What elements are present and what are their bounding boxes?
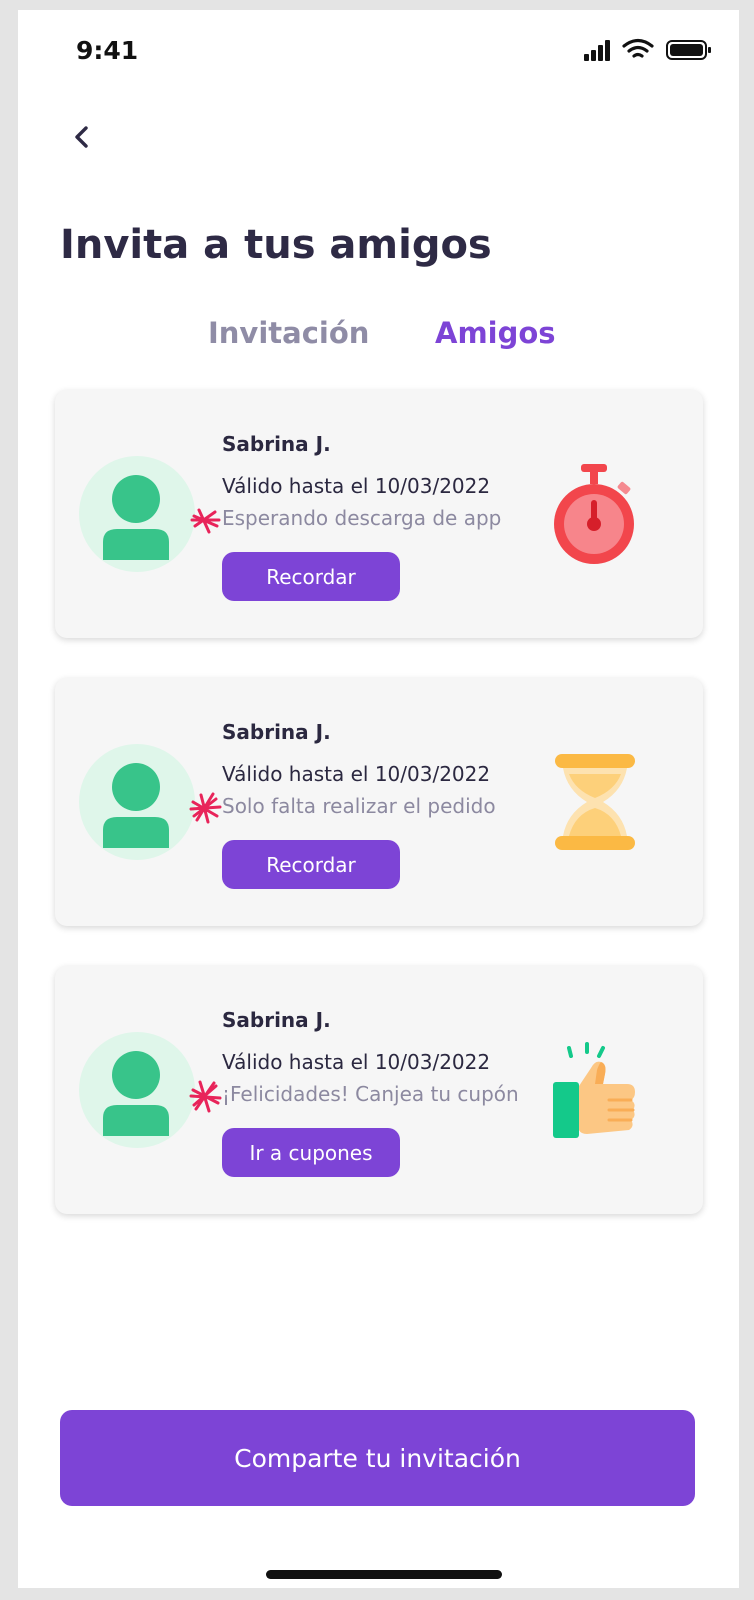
valid-until: Válido hasta el 10/03/2022 [222, 474, 491, 498]
status-time: 9:41 [76, 36, 139, 65]
friend-card: Sabrina J. Válido hasta el 10/03/2022 Es… [55, 390, 703, 638]
scribble-mark [190, 508, 221, 534]
share-invitation-button[interactable]: Comparte tu invitación [60, 1410, 695, 1506]
tab-amigos[interactable]: Amigos [435, 316, 556, 350]
avatar [79, 744, 195, 860]
friend-card: Sabrina J. Válido hasta el 10/03/2022 ¡F… [55, 966, 703, 1214]
user-icon [103, 1051, 169, 1136]
wifi-icon [622, 38, 654, 58]
invite-status: Solo falta realizar el pedido [222, 794, 496, 818]
remind-button[interactable]: Recordar [222, 552, 400, 601]
invite-status: ¡Felicidades! Canjea tu cupón [222, 1082, 519, 1106]
user-icon [103, 763, 169, 848]
page-title: Invita a tus amigos [60, 222, 492, 268]
chevron-left-icon [75, 126, 88, 148]
remind-button[interactable]: Recordar [222, 840, 400, 889]
avatar [79, 1032, 195, 1148]
phone-screen: 9:41 Invita a tus amigos Invitación Amig… [18, 10, 739, 1588]
battery-icon [666, 40, 711, 60]
valid-until: Válido hasta el 10/03/2022 [222, 1050, 491, 1074]
scribble-mark [189, 792, 222, 824]
friend-name: Sabrina J. [222, 720, 331, 744]
friend-name: Sabrina J. [222, 1008, 331, 1032]
friend-name: Sabrina J. [222, 432, 331, 456]
thumbs-up-icon [553, 1042, 635, 1138]
go-to-coupons-button[interactable]: Ir a cupones [222, 1128, 400, 1177]
hourglass-icon [555, 754, 635, 850]
status-icons [584, 38, 711, 61]
avatar [79, 456, 195, 572]
tab-invitacion[interactable]: Invitación [208, 316, 369, 350]
signal-icon [584, 40, 610, 61]
scribble-mark [189, 1080, 222, 1113]
invite-status: Esperando descarga de app [222, 506, 502, 530]
user-icon [103, 475, 169, 560]
back-button[interactable] [66, 118, 102, 158]
stopwatch-icon [554, 464, 634, 564]
home-indicator [266, 1570, 502, 1579]
friend-card: Sabrina J. Válido hasta el 10/03/2022 So… [55, 678, 703, 926]
valid-until: Válido hasta el 10/03/2022 [222, 762, 491, 786]
